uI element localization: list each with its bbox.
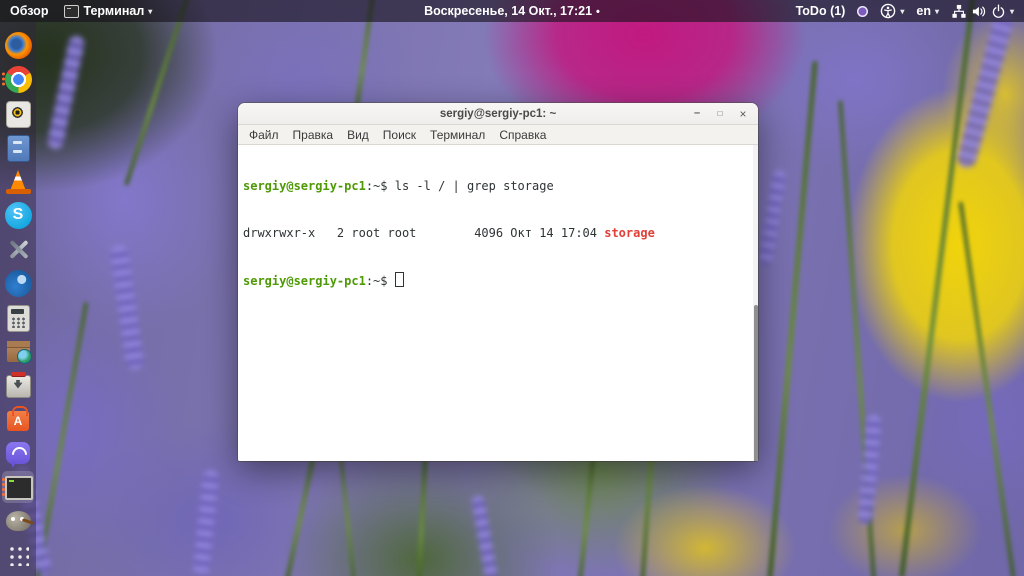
terminal-window: sergiy@sergiy-pc1: ~ – □ × Файл Правка В… (238, 103, 758, 461)
keyboard-layout-label: en (916, 4, 931, 18)
wallpaper-stem (899, 0, 976, 576)
network-wired-icon (952, 4, 966, 18)
terminal-line-prompt: sergiy@sergiy-pc1:~$ (243, 272, 750, 290)
dock-item-gimp[interactable] (1, 504, 35, 538)
system-menu[interactable]: ▾ (951, 3, 1014, 19)
file-cabinet-icon (6, 134, 30, 162)
menu-terminal[interactable]: Терминал (423, 128, 492, 142)
prompt: sergiy@sergiy-pc1 (243, 179, 366, 193)
terminal-cursor (394, 272, 404, 287)
show-applications-button[interactable] (1, 538, 35, 572)
dock-item-thunderbird[interactable] (1, 266, 35, 300)
window-controls: – □ × (690, 107, 758, 121)
grep-match: storage (604, 225, 655, 240)
close-button[interactable]: × (736, 107, 750, 121)
dock-item-system-tools[interactable] (1, 232, 35, 266)
software-bag-icon: A (7, 405, 29, 431)
dock-item-terminal[interactable] (1, 470, 35, 504)
command-text: ls -l / | grep storage (394, 179, 554, 193)
terminal-line-output: drwxrwxr-x 2 root root 4096 Окт 14 17:04… (243, 225, 655, 240)
desktop: Обзор Терминал ▾ Воскресенье, 14 Окт., 1… (0, 0, 1024, 576)
lavender-spike (192, 469, 220, 576)
clock-label: Воскресенье, 14 Окт., 17:21 (424, 4, 593, 18)
minimize-button[interactable]: – (690, 107, 704, 121)
dock: S A (0, 22, 36, 576)
dock-item-vlc[interactable] (1, 164, 35, 198)
chevron-down-icon: ▾ (1009, 6, 1014, 16)
clock-button[interactable]: Воскресенье, 14 Окт., 17:21 • (424, 4, 600, 18)
notification-dot: • (596, 6, 600, 18)
scrollbar[interactable] (753, 145, 758, 461)
menu-search[interactable]: Поиск (376, 128, 423, 142)
terminal-line-command: sergiy@sergiy-pc1:~$ ls -l / | grep stor… (243, 179, 554, 193)
dock-item-calculator[interactable] (1, 300, 35, 334)
dock-item-firefox[interactable] (1, 28, 35, 62)
lavender-spike (109, 244, 145, 371)
top-bar: Обзор Терминал ▾ Воскресенье, 14 Окт., 1… (0, 0, 1024, 22)
menu-help[interactable]: Справка (492, 128, 553, 142)
wallpaper-stem (767, 60, 818, 576)
terminal-content[interactable]: sergiy@sergiy-pc1:~$ ls -l / | grep stor… (238, 145, 758, 461)
menu-file[interactable]: Файл (242, 128, 286, 142)
keyboard-layout-menu[interactable]: en ▾ (916, 4, 939, 18)
app-grid-icon (7, 544, 29, 566)
menu-edit[interactable]: Правка (286, 128, 341, 142)
todo-indicator[interactable]: ToDo (1) (796, 4, 846, 18)
chevron-down-icon: ▾ (148, 6, 153, 16)
dock-item-package-manager[interactable] (1, 334, 35, 368)
power-icon (992, 3, 1005, 18)
window-title: sergiy@sergiy-pc1: ~ (439, 107, 557, 120)
maximize-button[interactable]: □ (713, 107, 727, 121)
window-titlebar[interactable]: sergiy@sergiy-pc1: ~ – □ × (238, 103, 758, 125)
skype-icon: S (4, 201, 32, 229)
chevron-down-icon: ▾ (900, 6, 905, 16)
dock-item-files[interactable] (1, 130, 35, 164)
transmission-icon (5, 371, 31, 398)
chevron-down-icon: ▾ (934, 6, 939, 16)
terminal-mini-icon (64, 4, 80, 18)
lavender-spike (46, 34, 86, 151)
dock-item-chrome[interactable] (1, 62, 35, 96)
dock-item-viber[interactable] (1, 436, 35, 470)
dock-item-ubuntu-software[interactable]: A (1, 402, 35, 436)
scrollbar-thumb[interactable] (753, 305, 758, 461)
dock-item-transmission[interactable] (1, 368, 35, 402)
volume-icon (972, 6, 986, 16)
wallpaper-stem (958, 201, 1016, 576)
activities-button[interactable]: Обзор (10, 4, 48, 18)
accessibility-menu[interactable]: ▾ (880, 3, 904, 19)
lavender-spike (470, 494, 499, 576)
dock-item-deja-dup[interactable] (1, 96, 35, 130)
gimp-icon (5, 510, 31, 531)
thunderbird-icon (4, 269, 32, 297)
viber-indicator-icon[interactable] (857, 5, 869, 17)
viber-icon (6, 441, 30, 464)
wallpaper-stem (416, 449, 428, 576)
package-globe-icon (6, 340, 32, 364)
chrome-icon (4, 65, 32, 93)
menu-view[interactable]: Вид (340, 128, 376, 142)
firefox-icon (4, 31, 32, 59)
terminal-icon (4, 475, 33, 500)
wallpaper-stem (124, 0, 190, 186)
tools-icon (5, 236, 32, 263)
app-menu[interactable]: Терминал ▾ (64, 4, 152, 18)
vlc-cone-icon (5, 170, 31, 194)
prompt: sergiy@sergiy-pc1 (243, 274, 366, 288)
accessibility-icon (881, 3, 896, 19)
app-menu-label: Терминал (83, 4, 145, 18)
window-menubar: Файл Правка Вид Поиск Терминал Справка (238, 125, 758, 145)
dock-item-skype[interactable]: S (1, 198, 35, 232)
calculator-icon (6, 304, 30, 332)
lavender-spike (758, 169, 787, 266)
backups-safe-icon (5, 100, 31, 128)
